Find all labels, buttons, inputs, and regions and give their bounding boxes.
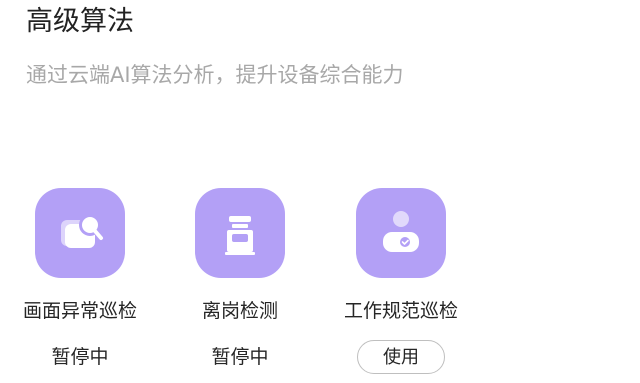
page-subtitle: 通过云端AI算法分析，提升设备综合能力 [26,63,404,87]
feature-name: 画面异常巡检 [22,300,137,322]
use-button[interactable]: 使用 [357,340,445,374]
post-absence-icon [195,188,285,278]
person-check-icon [356,188,446,278]
feature-work-standard-inspection[interactable]: 工作规范巡检 使用 [316,188,486,383]
feature-name: 工作规范巡检 [343,300,458,322]
feature-post-absence-detection[interactable]: 离岗检测 暂停中 [155,188,325,383]
page-title: 高级算法 [26,6,134,37]
status-text: 暂停中 [51,346,109,368]
feature-image-anomaly-inspection[interactable]: 画面异常巡检 暂停中 [0,188,165,383]
image-search-icon [35,188,125,278]
feature-name: 离岗检测 [201,300,278,322]
status-text: 暂停中 [211,346,269,368]
